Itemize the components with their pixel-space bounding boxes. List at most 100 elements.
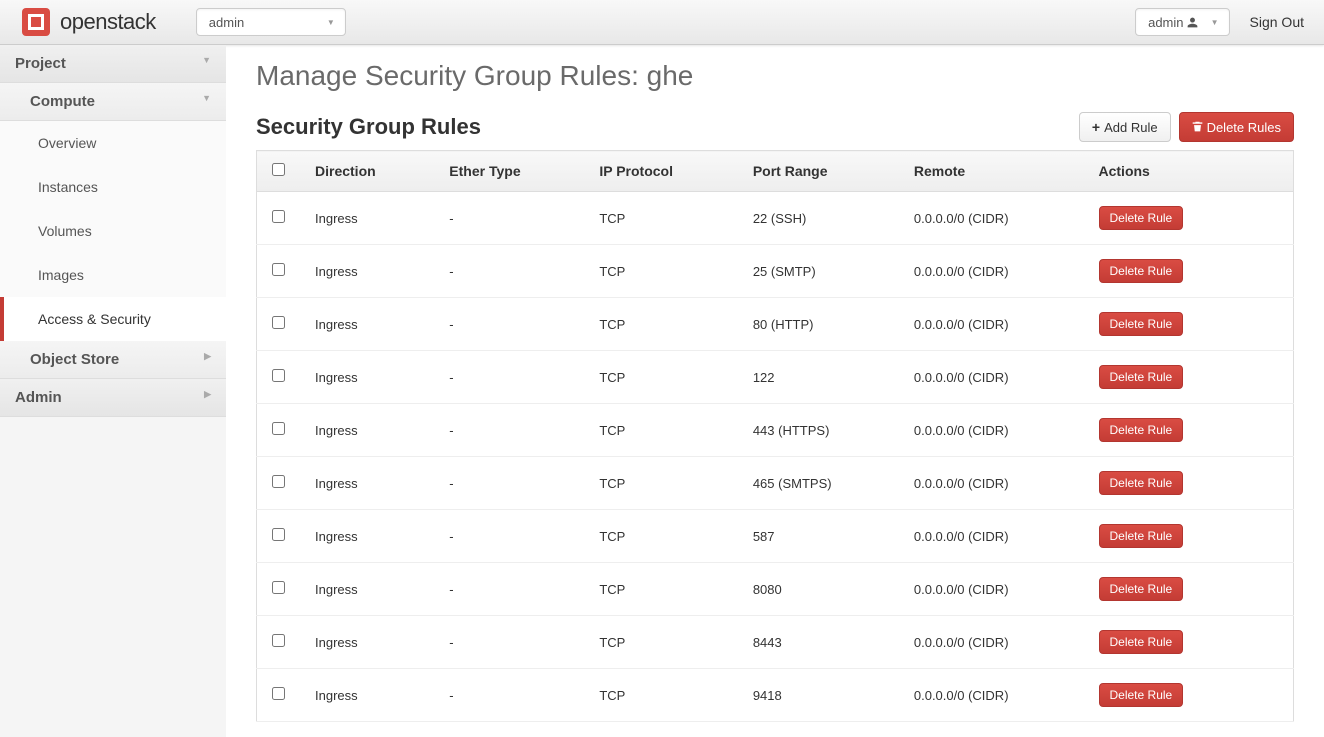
row-select-cell — [257, 616, 301, 669]
delete-rule-button[interactable]: Delete Rule — [1099, 259, 1184, 283]
sidebar: Project Compute OverviewInstances Volumes… — [0, 45, 226, 737]
sidebar-item-label: Volumes — [38, 223, 92, 239]
cell-ip-protocol: TCP — [584, 563, 738, 616]
row-select-checkbox[interactable] — [272, 210, 285, 223]
cell-ip-protocol: TCP — [584, 457, 738, 510]
cell-ip-protocol: TCP — [584, 192, 738, 245]
layout: Project Compute OverviewInstances Volumes… — [0, 45, 1324, 737]
cell-actions: Delete Rule — [1084, 616, 1294, 669]
cell-ether-type: - — [434, 510, 584, 563]
row-select-checkbox[interactable] — [272, 263, 285, 276]
cell-remote: 0.0.0.0/0 (CIDR) — [899, 669, 1084, 722]
cell-port-range: 8080 — [738, 563, 899, 616]
project-selector[interactable]: admin — [196, 8, 346, 36]
project-selector-value: admin — [209, 15, 244, 30]
delete-rule-button[interactable]: Delete Rule — [1099, 524, 1184, 548]
table-row: Ingress-TCP25 (SMTP)0.0.0.0/0 (CIDR)Dele… — [257, 245, 1294, 298]
row-select-checkbox[interactable] — [272, 581, 285, 594]
nav-object-store[interactable]: Object Store — [0, 341, 226, 379]
row-select-checkbox[interactable] — [272, 316, 285, 329]
user-icon — [1184, 15, 1199, 30]
cell-actions: Delete Rule — [1084, 192, 1294, 245]
delete-rule-button[interactable]: Delete Rule — [1099, 365, 1184, 389]
delete-rule-button[interactable]: Delete Rule — [1099, 630, 1184, 654]
cell-port-range: 8443 — [738, 616, 899, 669]
select-all-checkbox[interactable] — [272, 163, 285, 176]
sidebar-item-volumes[interactable]: Volumes — [0, 209, 226, 253]
row-select-checkbox[interactable] — [272, 475, 285, 488]
sidebar-item-instances[interactable]: Instances — [0, 165, 226, 209]
cell-ip-protocol: TCP — [584, 404, 738, 457]
row-select-checkbox[interactable] — [272, 369, 285, 382]
signout-link[interactable]: Sign Out — [1250, 14, 1304, 30]
table-row: Ingress-TCP80 (HTTP)0.0.0.0/0 (CIDR)Dele… — [257, 298, 1294, 351]
col-ip-protocol: IP Protocol — [584, 151, 738, 192]
delete-rule-button[interactable]: Delete Rule — [1099, 206, 1184, 230]
cell-direction: Ingress — [300, 510, 434, 563]
rules-table: Direction Ether Type IP Protocol Port Ra… — [256, 150, 1294, 722]
nav-project-label: Project — [15, 55, 66, 72]
delete-rule-button[interactable]: Delete Rule — [1099, 471, 1184, 495]
cell-direction: Ingress — [300, 616, 434, 669]
nav-admin-label: Admin — [15, 389, 62, 406]
row-select-cell — [257, 563, 301, 616]
cell-actions: Delete Rule — [1084, 669, 1294, 722]
cell-ip-protocol: TCP — [584, 245, 738, 298]
cell-actions: Delete Rule — [1084, 298, 1294, 351]
cell-direction: Ingress — [300, 298, 434, 351]
plus-icon: + — [1092, 119, 1100, 135]
row-select-cell — [257, 245, 301, 298]
section-header: Security Group Rules + Add Rule Delete R… — [256, 112, 1294, 142]
nav-admin[interactable]: Admin — [0, 379, 226, 417]
table-row: Ingress-TCP84430.0.0.0/0 (CIDR)Delete Ru… — [257, 616, 1294, 669]
sidebar-item-images[interactable]: Images — [0, 253, 226, 297]
cell-ether-type: - — [434, 404, 584, 457]
cell-remote: 0.0.0.0/0 (CIDR) — [899, 616, 1084, 669]
row-select-checkbox[interactable] — [272, 634, 285, 647]
table-row: Ingress-TCP80800.0.0.0/0 (CIDR) Delete Ru… — [257, 563, 1294, 616]
add-rule-button[interactable]: + Add Rule — [1079, 112, 1171, 142]
cell-remote: 0.0.0.0/0 (CIDR) — [899, 457, 1084, 510]
cell-port-range: 25 (SMTP) — [738, 245, 899, 298]
cell-actions: Delete Rule — [1084, 404, 1294, 457]
row-select-checkbox[interactable] — [272, 528, 285, 541]
delete-rule-button[interactable]: Delete Rule — [1099, 312, 1184, 336]
delete-rule-button[interactable]: Delete Rule — [1099, 683, 1184, 707]
row-select-checkbox[interactable] — [272, 422, 285, 435]
cell-direction: Ingress — [300, 563, 434, 616]
row-select-cell — [257, 510, 301, 563]
row-select-checkbox[interactable] — [272, 687, 285, 700]
cell-ip-protocol: TCP — [584, 669, 738, 722]
delete-rule-button[interactable]: Delete Rule — [1099, 577, 1184, 601]
row-select-cell — [257, 192, 301, 245]
cell-ether-type: - — [434, 351, 584, 404]
add-rule-label: Add Rule — [1104, 120, 1157, 135]
main: Manage Security Group Rules: ghe Securit… — [226, 45, 1324, 737]
delete-rules-button[interactable]: Delete Rules — [1179, 112, 1294, 142]
user-selector-value: admin — [1148, 15, 1183, 30]
cell-ether-type: - — [434, 457, 584, 510]
row-select-cell — [257, 404, 301, 457]
table-header-row: Direction Ether Type IP Protocol Port Ra… — [257, 151, 1294, 192]
cell-ether-type: - — [434, 192, 584, 245]
logo-text: openstack — [60, 9, 156, 35]
table-row: Ingress-TCP465 (SMTPS)0.0.0.0/0 (CIDR)De… — [257, 457, 1294, 510]
cell-remote: 0.0.0.0/0 (CIDR) — [899, 298, 1084, 351]
nav-project[interactable]: Project — [0, 45, 226, 83]
delete-rule-button[interactable]: Delete Rule — [1099, 418, 1184, 442]
cell-remote: 0.0.0.0/0 (CIDR) — [899, 404, 1084, 457]
cell-remote: 0.0.0.0/0 (CIDR) — [899, 351, 1084, 404]
cell-ip-protocol: TCP — [584, 616, 738, 669]
user-selector[interactable]: admin — [1135, 8, 1229, 36]
cell-port-range: 587 — [738, 510, 899, 563]
row-select-cell — [257, 298, 301, 351]
cell-ether-type: - — [434, 298, 584, 351]
cell-remote: 0.0.0.0/0 (CIDR) — [899, 563, 1084, 616]
cell-ether-type: - — [434, 563, 584, 616]
sidebar-item-overview[interactable]: Overview — [0, 121, 226, 165]
page-title: Manage Security Group Rules: ghe — [256, 60, 1294, 92]
sidebar-item-access-security[interactable]: Access & Security — [0, 297, 226, 341]
cell-actions: Delete Rule — [1084, 351, 1294, 404]
nav-compute[interactable]: Compute — [0, 83, 226, 121]
cell-actions: Delete Rule — [1084, 510, 1294, 563]
